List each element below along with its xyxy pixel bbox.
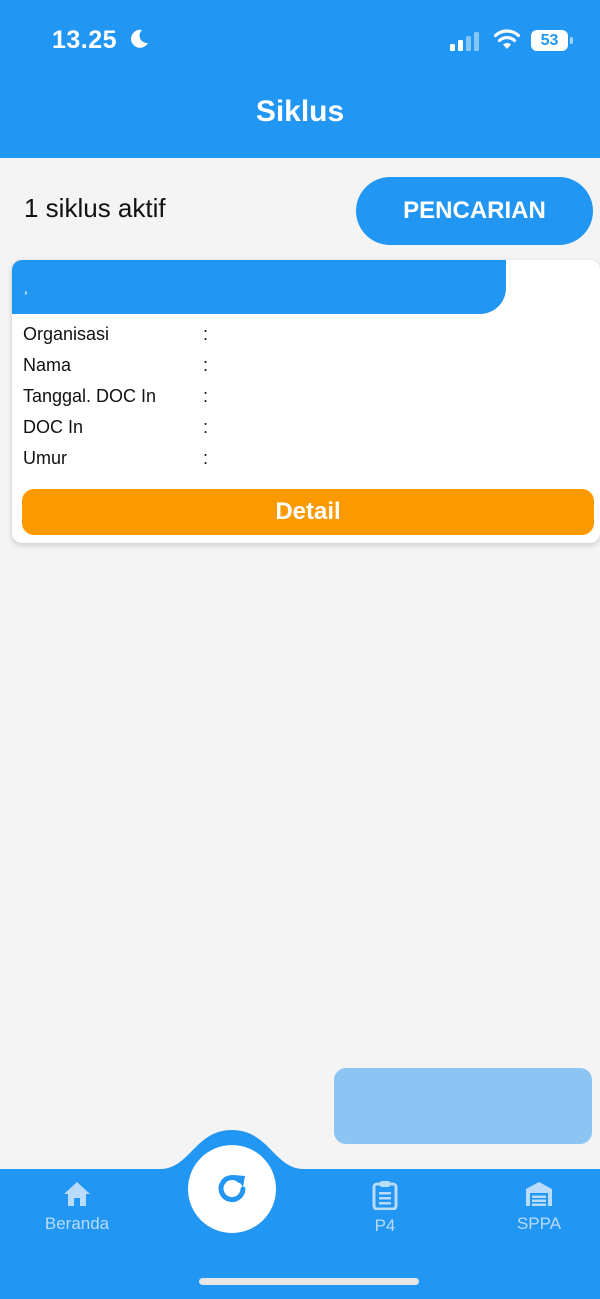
field-row-organisasi: Organisasi : (23, 324, 583, 348)
battery-cap (570, 37, 573, 44)
active-cycle-count: 1 siklus aktif (24, 193, 166, 223)
nav-label-sppa: SPPA (516, 1214, 562, 1233)
field-label: Nama (23, 355, 72, 375)
nav-label-p4: P4 (374, 1216, 396, 1235)
signal-icon (450, 32, 479, 51)
refresh-icon (218, 1175, 246, 1203)
page-title: Siklus (255, 95, 345, 128)
field-label: Tanggal. DOC In (23, 386, 157, 406)
field-row-tanggal-doc-in: Tanggal. DOC In : (23, 386, 583, 410)
moon-icon (131, 29, 148, 48)
warehouse-icon (526, 1182, 552, 1206)
home-indicator (199, 1278, 419, 1285)
nav-item-sppa[interactable]: SPPA (479, 1180, 599, 1234)
nav-item-beranda[interactable]: Beranda (17, 1180, 137, 1234)
app-header: 13.25 53 Siklus (0, 0, 600, 158)
field-row-umur: Umur : (23, 448, 583, 472)
battery-icon: 53 (531, 30, 573, 51)
refresh-button[interactable] (188, 1145, 276, 1233)
field-row-doc-in: DOC In : (23, 417, 583, 441)
field-label: Umur (23, 448, 67, 468)
home-icon (64, 1182, 90, 1206)
card-header: ‚ (12, 260, 506, 314)
clipboard-icon (372, 1181, 398, 1210)
card-header-text: ‚ (24, 280, 28, 297)
field-label: DOC In (23, 417, 84, 437)
field-colon: : (203, 448, 209, 468)
field-label: Organisasi (23, 324, 110, 344)
search-button[interactable]: PENCARIAN (356, 177, 593, 245)
battery-percentage: 53 (540, 32, 559, 49)
field-colon: : (203, 417, 209, 437)
wifi-icon (493, 29, 521, 49)
detail-button[interactable]: Detail (22, 489, 594, 535)
cycle-card: ‚ Organisasi : Nama : Tanggal. DOC In : … (12, 260, 600, 543)
field-colon: : (203, 324, 209, 344)
field-colon: : (203, 386, 209, 406)
field-row-nama: Nama : (23, 355, 583, 379)
field-colon: : (203, 355, 209, 375)
nav-label-beranda: Beranda (44, 1214, 110, 1233)
status-time: 13.25 (52, 26, 118, 54)
nav-item-p4[interactable]: P4 (325, 1180, 445, 1236)
